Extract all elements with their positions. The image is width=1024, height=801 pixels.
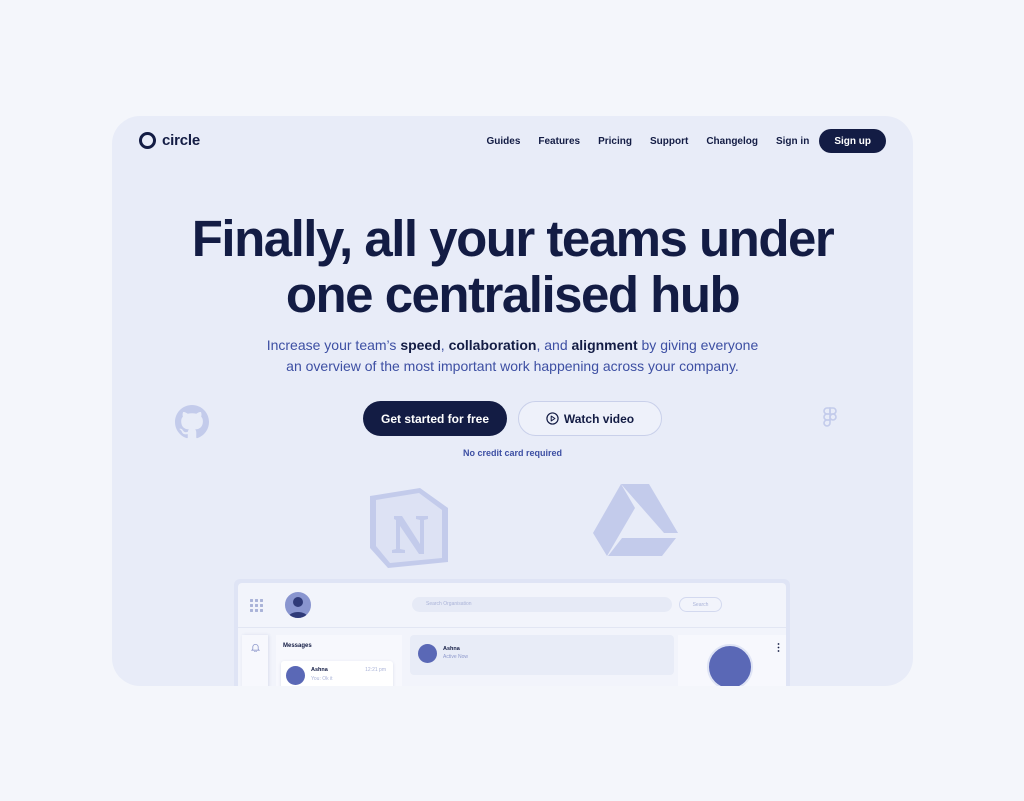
chat-status: Active Now: [443, 654, 469, 660]
cta-row: Get started for free Watch video: [112, 401, 913, 436]
brand-name: circle: [162, 132, 200, 149]
get-started-button[interactable]: Get started for free: [363, 401, 507, 436]
sign-up-button[interactable]: Sign up: [819, 129, 886, 153]
message-snippet: You: Ok it: [311, 676, 333, 682]
hero-card: circle Guides Features Pricing Support C…: [112, 116, 913, 686]
person-icon: [288, 597, 308, 618]
app-preview: Search Organisation Search Messages Ashn…: [234, 579, 790, 686]
headline-line-1: Finally, all your teams under: [191, 210, 835, 267]
main-nav: Guides Features Pricing Support Changelo…: [468, 129, 886, 153]
more-options-icon[interactable]: [777, 643, 780, 652]
bell-icon[interactable]: [251, 643, 260, 652]
github-icon: [175, 405, 209, 439]
sub-line-2: an overview of the most important work h…: [286, 358, 739, 374]
sub-bold-collaboration: collaboration: [448, 337, 537, 353]
chat-contact-name: Ashna: [443, 646, 460, 652]
nav-link-features[interactable]: Features: [538, 136, 580, 147]
message-time: 12:21 pm: [365, 667, 386, 673]
profile-avatar: [707, 644, 753, 686]
watch-video-label: Watch video: [563, 411, 635, 426]
nav-link-pricing[interactable]: Pricing: [598, 136, 632, 147]
message-sender: Ashna: [311, 667, 328, 673]
preview-messages-panel: Messages Ashna 12:21 pm You: Ok it: [276, 635, 402, 686]
nav-link-guides[interactable]: Guides: [486, 136, 520, 147]
hero-headline: Finally, all your teams under one centra…: [112, 211, 913, 323]
preview-side-rail: [242, 635, 268, 686]
chat-avatar: [418, 644, 437, 663]
sub-text-1: Increase your team’s: [266, 337, 401, 353]
user-avatar[interactable]: [284, 591, 312, 619]
app-preview-window: Search Organisation Search Messages Ashn…: [238, 583, 786, 686]
nav-link-changelog[interactable]: Changelog: [706, 136, 758, 147]
sign-in-link[interactable]: Sign in: [776, 136, 809, 147]
message-avatar: [286, 666, 305, 685]
hero-subheading: Increase your team’s speed, collaboratio…: [112, 335, 913, 377]
play-circle-icon: [546, 412, 559, 425]
preview-profile-panel: [678, 635, 786, 686]
circle-logo-icon: [139, 132, 156, 149]
preview-search-button[interactable]: Search: [679, 597, 722, 612]
sub-text-4: by giving everyone: [637, 337, 759, 353]
figma-icon: [823, 407, 837, 427]
sub-bold-speed: speed: [400, 337, 441, 353]
headline-line-2: one centralised hub: [285, 266, 741, 323]
nav-link-support[interactable]: Support: [650, 136, 688, 147]
brand-logo[interactable]: circle: [139, 132, 200, 149]
grid-menu-icon[interactable]: [250, 599, 263, 612]
messages-title: Messages: [283, 643, 312, 649]
preview-search-input[interactable]: Search Organisation: [412, 597, 672, 612]
watch-video-button[interactable]: Watch video: [518, 401, 662, 436]
sub-text-2: ,: [440, 337, 449, 353]
sub-text-3: , and: [536, 337, 572, 353]
notion-icon: [370, 488, 448, 568]
sub-bold-alignment: alignment: [571, 337, 638, 353]
preview-chat-header: Ashna Active Now: [410, 635, 674, 675]
preview-topbar: Search Organisation Search: [238, 583, 786, 628]
no-credit-card-note: No credit card required: [462, 448, 563, 458]
message-list-item[interactable]: Ashna 12:21 pm You: Ok it: [281, 661, 393, 686]
google-drive-icon: [593, 484, 678, 556]
